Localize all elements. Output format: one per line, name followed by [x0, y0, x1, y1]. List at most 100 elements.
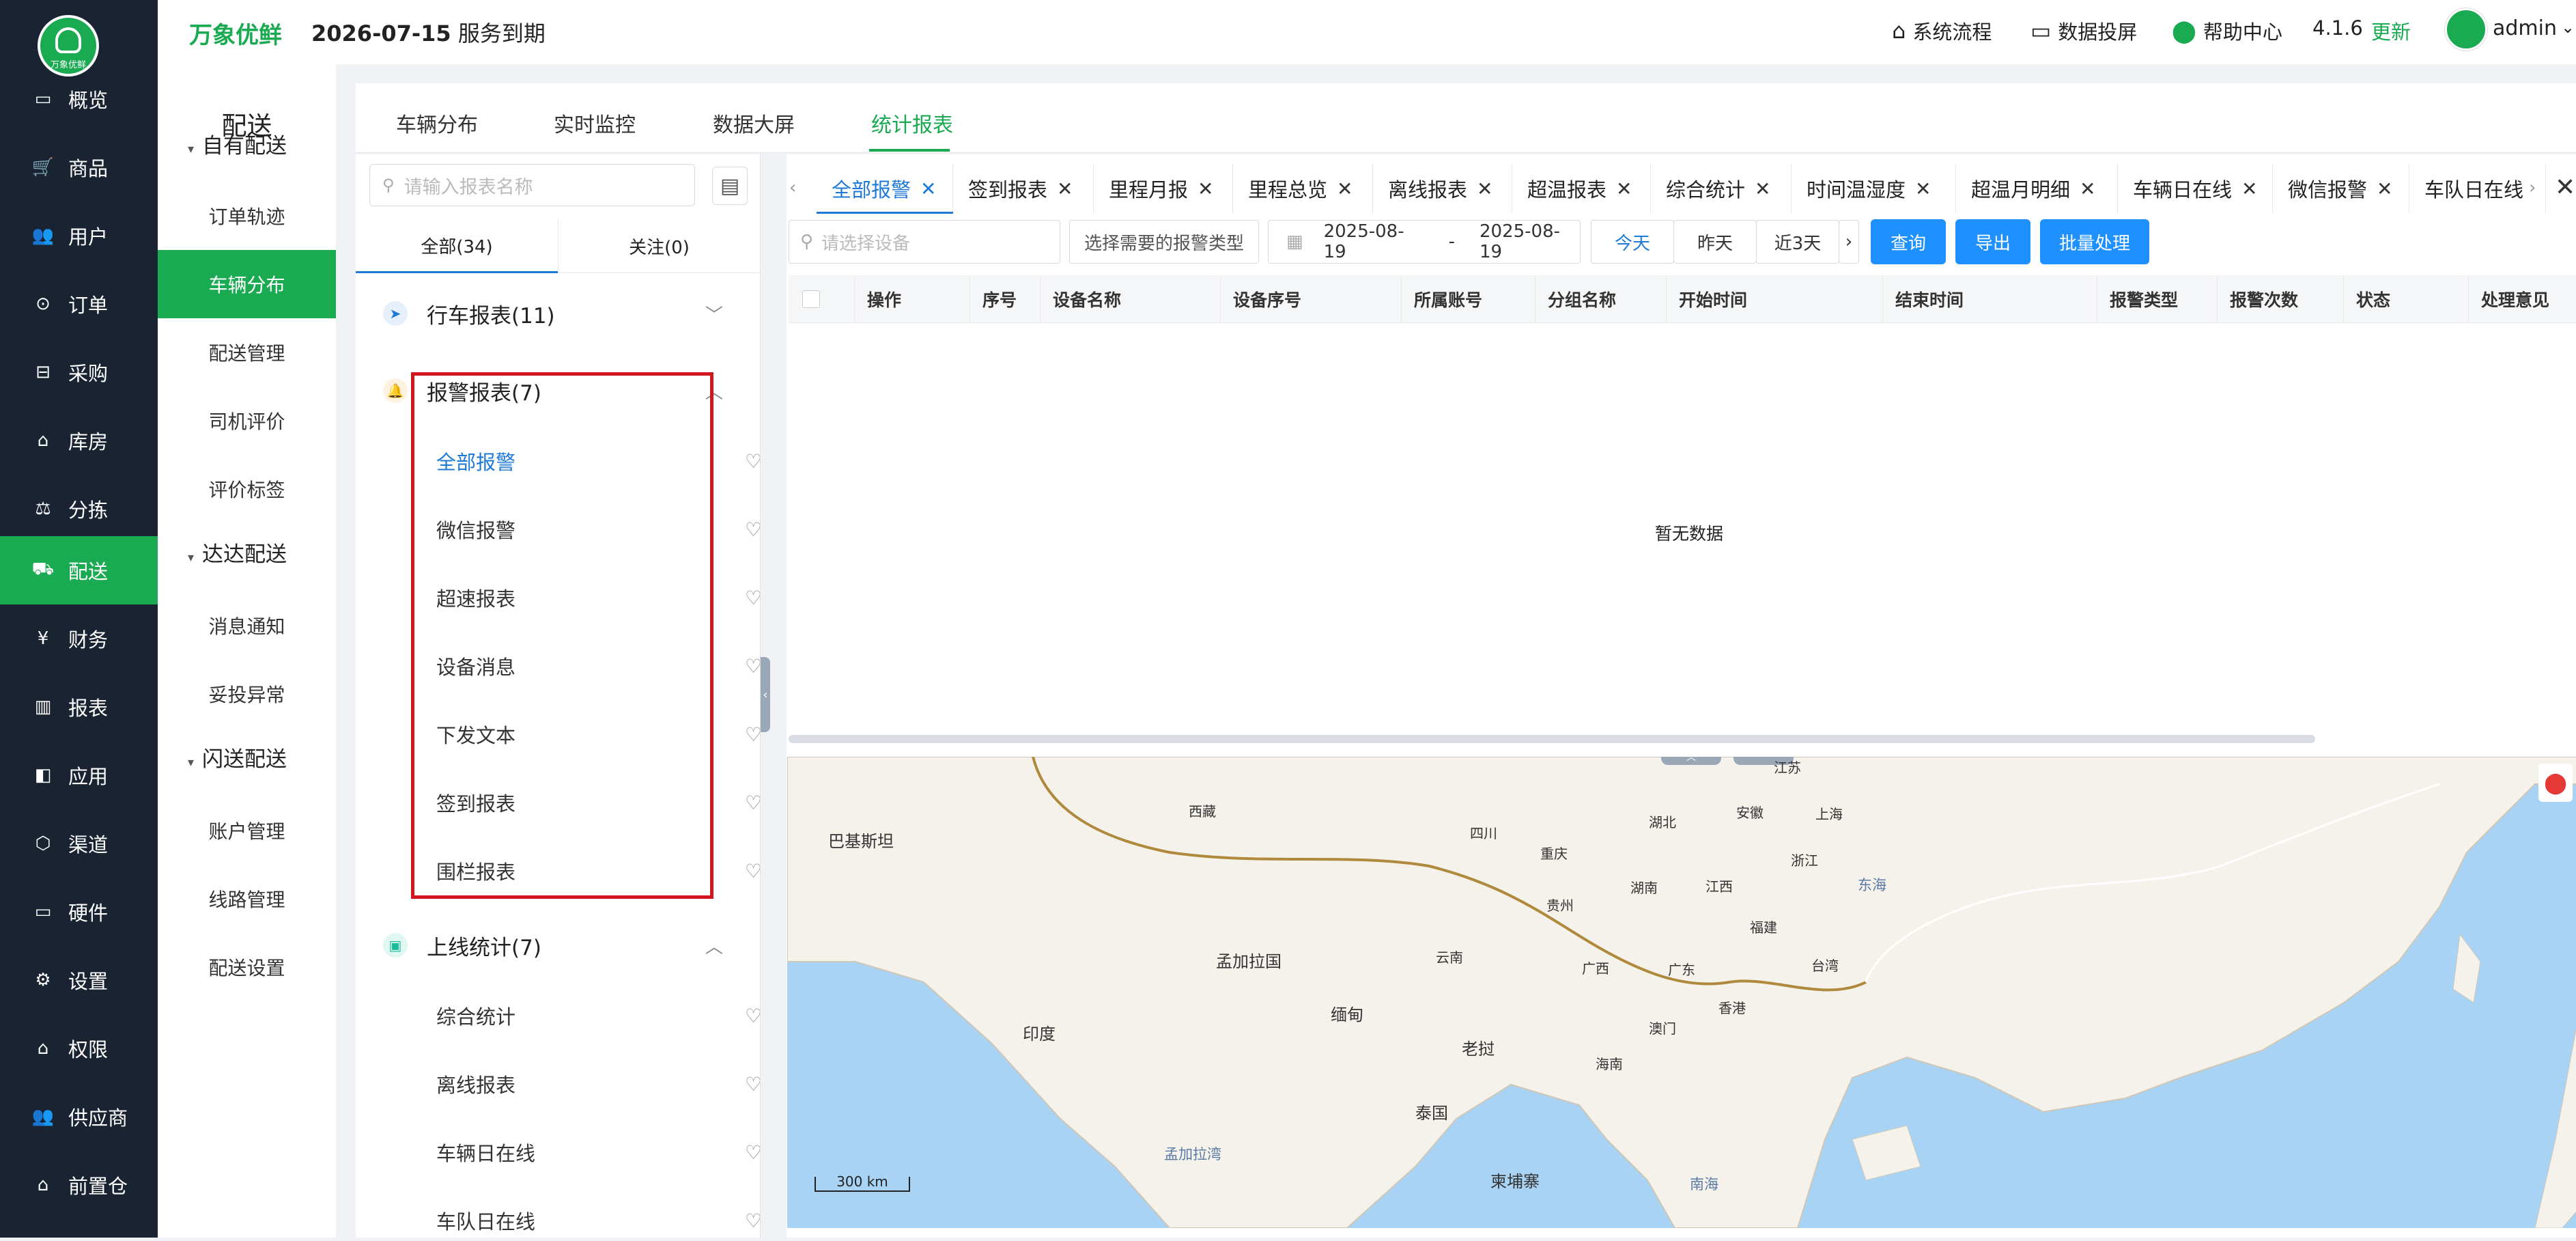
submenu-item[interactable]: 订单轨迹: [158, 182, 336, 250]
data-screen-link[interactable]: ▭ 数据投屏: [2030, 16, 2137, 45]
sidebar-item-13[interactable]: ⚙ 设置: [0, 946, 158, 1014]
report-tab[interactable]: 离线报表 ✕: [1373, 164, 1512, 213]
submenu-group-2[interactable]: ▾ 闪送配送: [188, 742, 287, 772]
column-header[interactable]: 结束时间: [1882, 275, 2097, 323]
close-icon[interactable]: ✕: [2377, 178, 2392, 200]
sidebar-item-10[interactable]: ◧ 应用: [0, 741, 158, 809]
column-header[interactable]: 处理意见: [2468, 275, 2576, 323]
submenu-item[interactable]: 账户管理: [158, 796, 336, 865]
report-item[interactable]: 综合统计 ♡: [436, 995, 762, 1036]
alarm-type-select[interactable]: 选择需要的报警类型: [1069, 220, 1259, 264]
submenu-item[interactable]: 妥投异常: [158, 660, 336, 728]
sidebar-item-16[interactable]: ⌂ 前置仓: [0, 1151, 158, 1219]
date-start[interactable]: 2025-08-19: [1324, 221, 1424, 262]
chevron-down-icon[interactable]: ⌄: [2561, 18, 2575, 37]
column-header[interactable]: 状态: [2343, 275, 2468, 323]
tab-statistics-report[interactable]: 统计报表: [871, 108, 953, 138]
report-tab[interactable]: 里程总览 ✕: [1233, 164, 1373, 213]
report-tab[interactable]: 时间温湿度 ✕: [1792, 164, 1956, 213]
submenu-item[interactable]: 车辆分布: [158, 250, 336, 318]
column-header[interactable]: 报警类型: [2097, 275, 2217, 323]
report-item[interactable]: 车辆日在线 ♡: [436, 1132, 762, 1173]
sidebar-item-3[interactable]: ⊙ 订单: [0, 270, 158, 338]
submenu-group-1[interactable]: ▾ 达达配送: [188, 537, 287, 568]
submenu-item[interactable]: 消息通知: [158, 591, 336, 660]
column-header[interactable]: 所属账号: [1401, 275, 1535, 323]
sidebar-item-9[interactable]: ▥ 报表: [0, 673, 158, 741]
submenu-item[interactable]: 司机评价: [158, 387, 336, 455]
sidebar-item-1[interactable]: 🛒 商品: [0, 133, 158, 201]
sidebar-item-5[interactable]: ⌂ 库房: [0, 406, 158, 475]
tabs-scroll-left-icon[interactable]: ‹: [789, 178, 796, 198]
close-icon[interactable]: ✕: [1616, 178, 1632, 200]
close-icon[interactable]: ✕: [1915, 178, 1931, 200]
column-header[interactable]: 操作: [854, 275, 969, 323]
column-header[interactable]: 设备序号: [1220, 275, 1401, 323]
export-button[interactable]: 导出: [1955, 219, 2030, 264]
quick-today-button[interactable]: 今天: [1591, 220, 1674, 264]
report-search-input[interactable]: ⚲ 请输入报表名称: [369, 164, 695, 206]
report-tab[interactable]: 超温月明细 ✕: [1956, 164, 2118, 213]
batch-process-button[interactable]: 批量处理: [2040, 219, 2149, 264]
report-tab[interactable]: 微信报警 ✕: [2273, 164, 2409, 213]
submenu-item[interactable]: 评价标签: [158, 455, 336, 523]
close-icon[interactable]: ✕: [920, 178, 936, 200]
tabs-scroll-right-icon[interactable]: ›: [2529, 178, 2536, 198]
report-item[interactable]: 离线报表 ♡: [436, 1063, 762, 1104]
report-tab[interactable]: 超温报表 ✕: [1512, 164, 1651, 213]
map-collapse-up-icon[interactable]: ︿: [1661, 757, 1721, 765]
sidebar-item-11[interactable]: ⬡ 渠道: [0, 809, 158, 878]
chevron-up-icon[interactable]: ︿: [705, 933, 723, 958]
sidebar-item-4[interactable]: ⊟ 采购: [0, 338, 158, 406]
close-icon[interactable]: ✕: [1755, 178, 1770, 200]
close-icon[interactable]: ✕: [1337, 178, 1353, 200]
device-select[interactable]: ⚲ 请选择设备: [789, 220, 1060, 264]
tab-data-screen[interactable]: 数据大屏: [713, 108, 795, 138]
system-flow-link[interactable]: ⌂ 系统流程: [1892, 16, 1992, 45]
submenu-item[interactable]: 线路管理: [158, 865, 336, 933]
filter-tab-all[interactable]: 全部(34): [356, 220, 558, 273]
sidebar-item-12[interactable]: ▭ 硬件: [0, 878, 158, 946]
horizontal-scrollbar[interactable]: [789, 735, 2315, 743]
submenu-item[interactable]: 配送管理: [158, 318, 336, 387]
map-pin-icon[interactable]: ⬤: [2538, 764, 2573, 802]
close-icon[interactable]: ✕: [1477, 178, 1492, 200]
close-icon[interactable]: ✕: [1198, 178, 1213, 200]
sidebar-item-7[interactable]: ⛟ 配送: [0, 536, 158, 604]
report-tab[interactable]: 车队日在线: [2409, 164, 2546, 213]
report-tab[interactable]: 车辆日在线 ✕: [2118, 164, 2273, 213]
report-tab[interactable]: 签到报表 ✕: [953, 164, 1094, 213]
report-category-2[interactable]: ▣ 上线统计(7): [383, 925, 541, 966]
help-center-link[interactable]: ⬤ 帮助中心: [2172, 16, 2282, 45]
submenu-item[interactable]: 配送设置: [158, 933, 336, 1001]
sidebar-item-15[interactable]: 👥 供应商: [0, 1083, 158, 1151]
report-category-0[interactable]: ➤ 行车报表(11): [383, 293, 555, 334]
sidebar-item-8[interactable]: ¥ 财务: [0, 604, 158, 673]
chevron-down-icon[interactable]: ﹀: [705, 301, 723, 326]
submenu-group-0[interactable]: ▾ 自有配送: [188, 128, 287, 159]
collapse-handle[interactable]: ‹: [761, 657, 770, 732]
avatar[interactable]: [2445, 8, 2487, 51]
report-document-icon[interactable]: ▤: [712, 167, 748, 205]
select-all-checkbox[interactable]: [802, 290, 820, 308]
tab-vehicle-distribution[interactable]: 车辆分布: [396, 108, 478, 138]
report-tab[interactable]: 全部报警 ✕: [817, 164, 953, 213]
tab-realtime-monitor[interactable]: 实时监控: [554, 108, 636, 138]
date-end[interactable]: 2025-08-19: [1480, 221, 1580, 262]
chevron-right-icon[interactable]: ›: [1839, 220, 1859, 264]
quick-3days-button[interactable]: 近3天: [1756, 220, 1839, 264]
column-header[interactable]: 分组名称: [1535, 275, 1666, 323]
quick-yesterday-button[interactable]: 昨天: [1673, 220, 1757, 264]
sidebar-item-14[interactable]: ⌂ 权限: [0, 1014, 158, 1083]
map-view[interactable]: ︿ ﹀ 西藏 四川 重庆 湖北 安徽 江苏 上海 浙江 湖南 江西 贵州 福建 东海 云南 广西 广东 台湾 香港…: [787, 757, 2576, 1228]
update-link[interactable]: 更新: [2371, 16, 2411, 45]
report-item[interactable]: 车队日在线 ♡: [436, 1200, 762, 1241]
column-header[interactable]: 序号: [969, 275, 1040, 323]
filter-tab-follow[interactable]: 关注(0): [558, 220, 760, 273]
close-icon[interactable]: ✕: [2241, 178, 2257, 200]
date-range-picker[interactable]: ▦ 2025-08-19 - 2025-08-19: [1268, 220, 1581, 264]
sidebar-item-0[interactable]: ▭ 概览: [0, 65, 158, 133]
user-name[interactable]: admin: [2493, 16, 2557, 40]
close-all-icon[interactable]: ✕: [2555, 173, 2575, 201]
close-icon[interactable]: ✕: [1057, 178, 1073, 200]
